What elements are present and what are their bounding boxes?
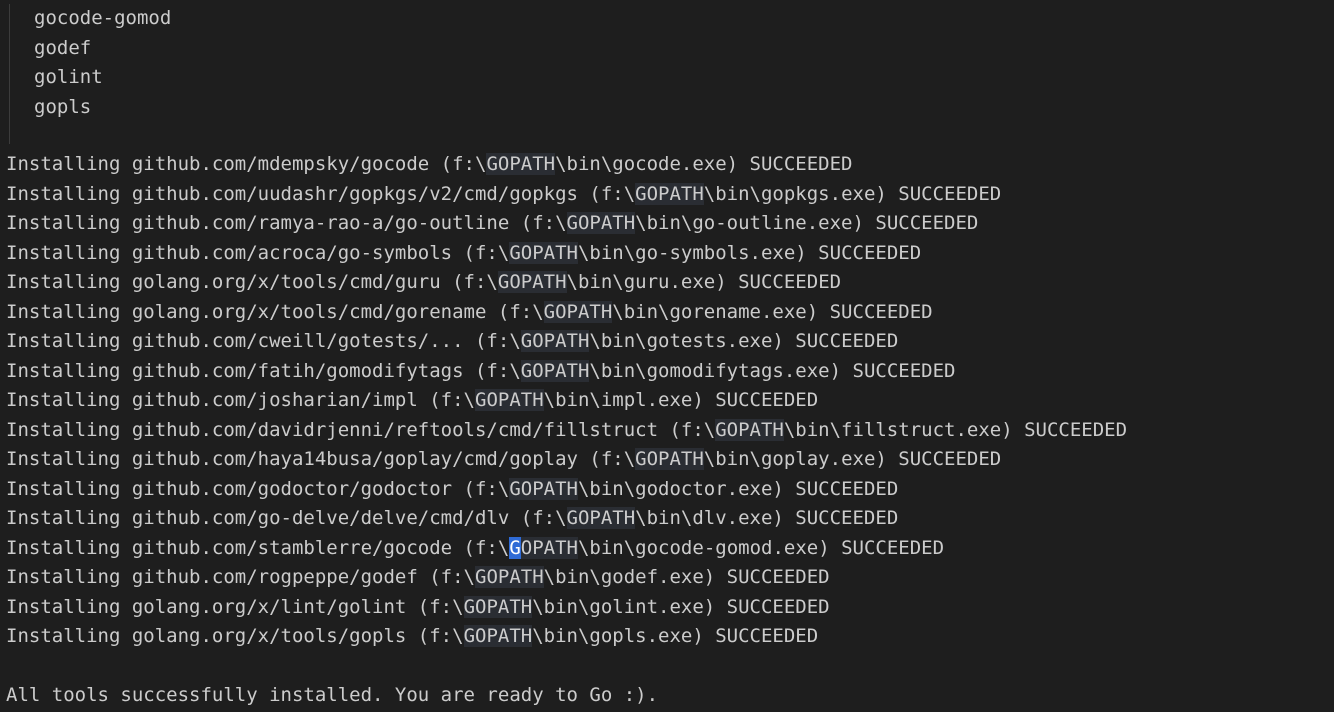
gopath-variable: GOPATH: [543, 300, 613, 323]
install-line: Installing github.com/davidrjenni/reftoo…: [6, 416, 1334, 446]
gopath-variable: GOPATH: [635, 448, 704, 470]
install-line-suffix: \bin\gopls.exe) SUCCEEDED: [532, 625, 819, 647]
install-line: Installing github.com/uudashr/gopkgs/v2/…: [6, 180, 1334, 210]
install-line-suffix: \bin\goplay.exe) SUCCEEDED: [703, 448, 1002, 470]
gopath-variable: GOPATH: [497, 271, 567, 293]
install-line: Installing github.com/haya14busa/goplay/…: [6, 445, 1334, 475]
gopath-variable: GOPATH: [475, 389, 544, 411]
install-line-prefix: Installing github.com/haya14busa/goplay/…: [6, 448, 636, 470]
text-cursor: G: [509, 536, 521, 559]
install-line-prefix: Installing github.com/josharian/impl (f:…: [6, 389, 475, 411]
install-line-prefix: Installing github.com/acroca/go-symbols …: [6, 241, 510, 264]
tool-list-item: gocode-gomod: [34, 7, 172, 29]
terminal-output[interactable]: gocode-gomod godef golint gopls Installi…: [0, 0, 1334, 712]
install-line-suffix: \bin\gomodifytags.exe) SUCCEEDED: [589, 359, 956, 382]
install-line-prefix: Installing golang.org/x/tools/gopls (f:\: [6, 625, 464, 647]
install-line-suffix: \bin\go-outline.exe) SUCCEEDED: [635, 212, 979, 234]
gopath-variable: GOPATH: [509, 477, 578, 500]
install-line-suffix: \bin\gotests.exe) SUCCEEDED: [589, 330, 899, 352]
gopath-variable: GOPATH: [520, 359, 590, 382]
install-line-suffix: \bin\golint.exe) SUCCEEDED: [532, 595, 830, 618]
tool-list-item: gopls: [34, 95, 92, 118]
install-line: Installing github.com/go-delve/delve/cmd…: [6, 504, 1334, 534]
install-line-prefix: Installing github.com/stamblerre/gocode …: [6, 536, 510, 559]
install-line: Installing github.com/godoctor/godoctor …: [6, 475, 1334, 505]
gopath-variable: GOPATH: [475, 566, 544, 588]
install-line: Installing github.com/josharian/impl (f:…: [6, 386, 1334, 416]
gopath-variable: GOPATH: [566, 507, 636, 529]
install-line: Installing github.com/mdempsky/gocode (f…: [6, 150, 1334, 180]
gopath-variable: GOPATH: [520, 330, 590, 352]
install-line: Installing github.com/cweill/gotests/...…: [6, 327, 1334, 357]
install-line-suffix: \bin\gopkgs.exe) SUCCEEDED: [703, 182, 1002, 205]
install-line: Installing golang.org/x/tools/cmd/guru (…: [6, 268, 1334, 298]
tool-list-item: golint: [34, 66, 103, 88]
final-message: All tools successfully installed. You ar…: [6, 684, 659, 706]
install-line-suffix: \bin\gorename.exe) SUCCEEDED: [612, 300, 933, 323]
gopath-variable: GOPATH: [463, 595, 533, 618]
install-line: Installing golang.org/x/tools/gopls (f:\…: [6, 622, 1334, 652]
install-line-prefix: Installing github.com/uudashr/gopkgs/v2/…: [6, 182, 636, 205]
install-line-suffix: \bin\impl.exe) SUCCEEDED: [543, 389, 819, 411]
install-line-suffix: \bin\dlv.exe) SUCCEEDED: [635, 507, 899, 529]
install-line-suffix: \bin\godoctor.exe) SUCCEEDED: [577, 477, 899, 500]
install-line-prefix: Installing github.com/cweill/gotests/...…: [6, 330, 521, 352]
install-line-prefix: Installing github.com/godoctor/godoctor …: [6, 477, 510, 500]
install-line: Installing github.com/ramya-rao-a/go-out…: [6, 209, 1334, 239]
gopath-variable: GOPATH: [486, 153, 556, 175]
install-line-suffix: \bin\go-symbols.exe) SUCCEEDED: [577, 241, 922, 264]
install-line-suffix: \bin\guru.exe) SUCCEEDED: [566, 271, 842, 293]
install-line: Installing golang.org/x/tools/cmd/gorena…: [6, 298, 1334, 328]
install-line-prefix: Installing golang.org/x/lint/golint (f:\: [6, 595, 464, 618]
install-line-suffix: \bin\gocode.exe) SUCCEEDED: [555, 153, 853, 175]
install-line-prefix: Installing github.com/ramya-rao-a/go-out…: [6, 212, 567, 234]
install-line: Installing golang.org/x/lint/golint (f:\…: [6, 593, 1334, 623]
gopath-variable: GOPATH: [509, 536, 578, 559]
install-line-prefix: Installing github.com/mdempsky/gocode (f…: [6, 153, 487, 175]
install-line: Installing github.com/stamblerre/gocode …: [6, 534, 1334, 564]
gopath-variable: GOPATH: [715, 418, 784, 441]
tool-list: gocode-gomod godef golint gopls: [9, 4, 1334, 144]
install-line-prefix: Installing golang.org/x/tools/cmd/gorena…: [6, 300, 544, 323]
install-line-prefix: Installing github.com/go-delve/delve/cmd…: [6, 507, 567, 529]
install-line: Installing github.com/rogpeppe/godef (f:…: [6, 563, 1334, 593]
gopath-variable: GOPATH: [566, 212, 636, 234]
install-line-suffix: \bin\godef.exe) SUCCEEDED: [543, 566, 830, 588]
install-line-suffix: \bin\fillstruct.exe) SUCCEEDED: [783, 418, 1128, 441]
install-line-prefix: Installing github.com/rogpeppe/godef (f:…: [6, 566, 475, 588]
tool-list-item: godef: [34, 36, 92, 59]
install-line-prefix: Installing golang.org/x/tools/cmd/guru (…: [6, 271, 498, 293]
install-line-suffix: \bin\gocode-gomod.exe) SUCCEEDED: [577, 536, 945, 559]
gopath-variable: GOPATH: [509, 241, 578, 264]
install-line: Installing github.com/fatih/gomodifytags…: [6, 357, 1334, 387]
gopath-variable: GOPATH: [463, 625, 533, 647]
gopath-variable-rest: OPATH: [520, 536, 578, 559]
install-line: Installing github.com/acroca/go-symbols …: [6, 239, 1334, 269]
install-line-prefix: Installing github.com/davidrjenni/reftoo…: [6, 418, 716, 441]
install-log: Installing github.com/mdempsky/gocode (f…: [6, 150, 1334, 652]
gopath-variable: GOPATH: [635, 182, 704, 205]
install-line-prefix: Installing github.com/fatih/gomodifytags…: [6, 359, 521, 382]
